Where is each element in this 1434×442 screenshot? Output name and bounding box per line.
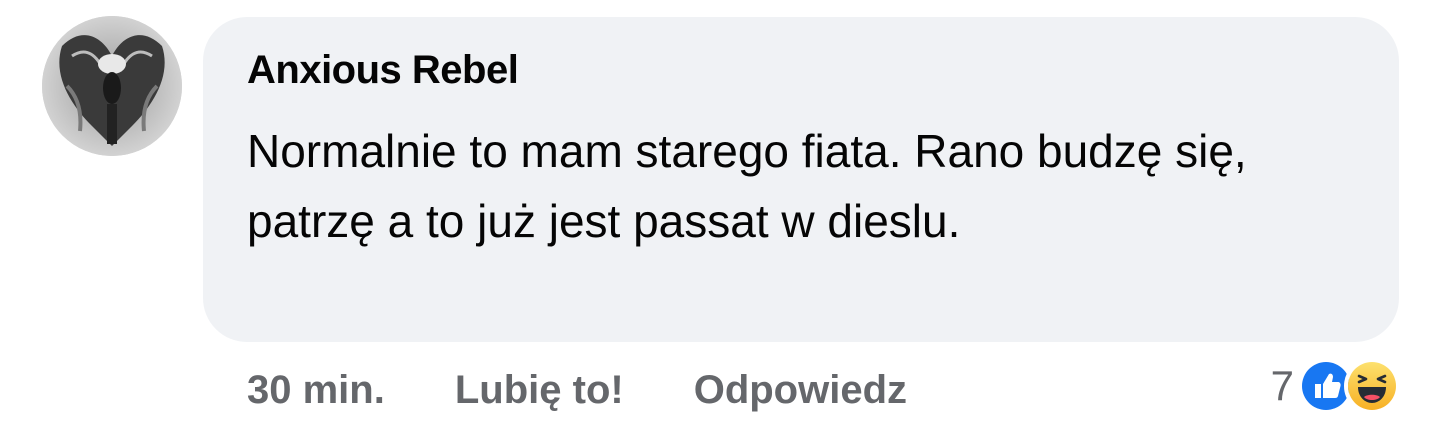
- like-button[interactable]: Lubię to!: [455, 368, 624, 413]
- reply-button[interactable]: Odpowiedz: [694, 368, 907, 413]
- comment-text: Normalnie to mam starego fiata. Rano bud…: [247, 125, 1247, 247]
- comment-actions: 30 min. Lubię to! Odpowiedz: [247, 368, 907, 413]
- comment-timestamp[interactable]: 30 min.: [247, 368, 385, 413]
- avatar[interactable]: [42, 16, 182, 156]
- comment-author[interactable]: Anxious Rebel: [247, 48, 519, 93]
- reaction-count: 7: [1270, 362, 1294, 409]
- reactions-summary[interactable]: 7: [1271, 358, 1400, 414]
- profile-photo-icon: [42, 16, 182, 156]
- haha-emoji-icon: [1344, 358, 1400, 414]
